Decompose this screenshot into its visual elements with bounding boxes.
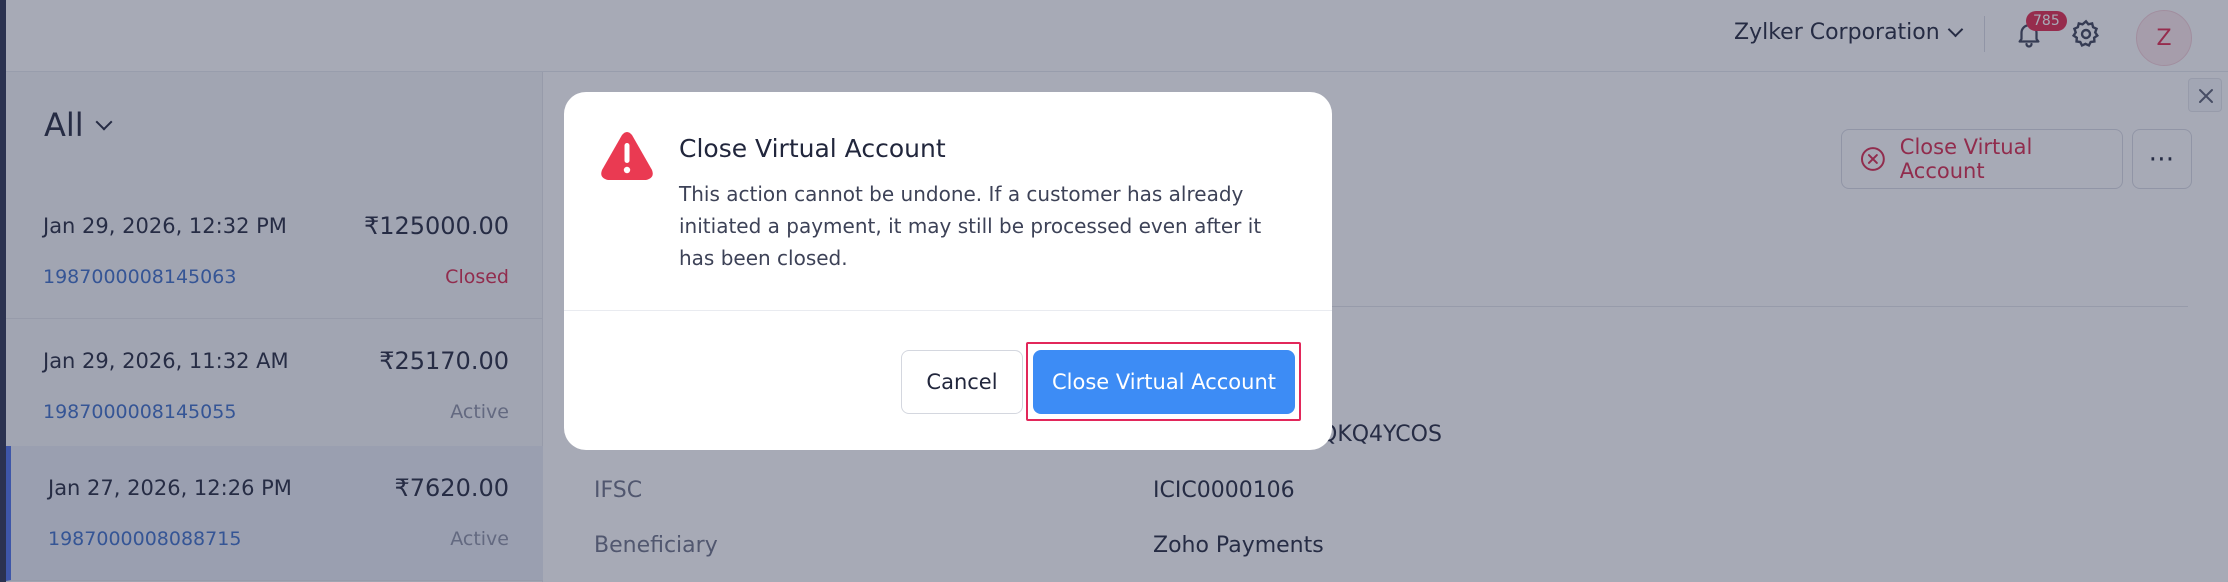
- cancel-button[interactable]: Cancel: [901, 350, 1023, 414]
- confirm-close-button[interactable]: Close Virtual Account: [1033, 350, 1295, 414]
- warning-icon: [601, 132, 653, 180]
- dialog-message: This action cannot be undone. If a custo…: [679, 182, 1262, 270]
- dialog-divider: [564, 310, 1332, 311]
- dialog-title: Close Virtual Account: [679, 134, 946, 163]
- confirm-dialog: Close Virtual Account This action cannot…: [564, 92, 1332, 450]
